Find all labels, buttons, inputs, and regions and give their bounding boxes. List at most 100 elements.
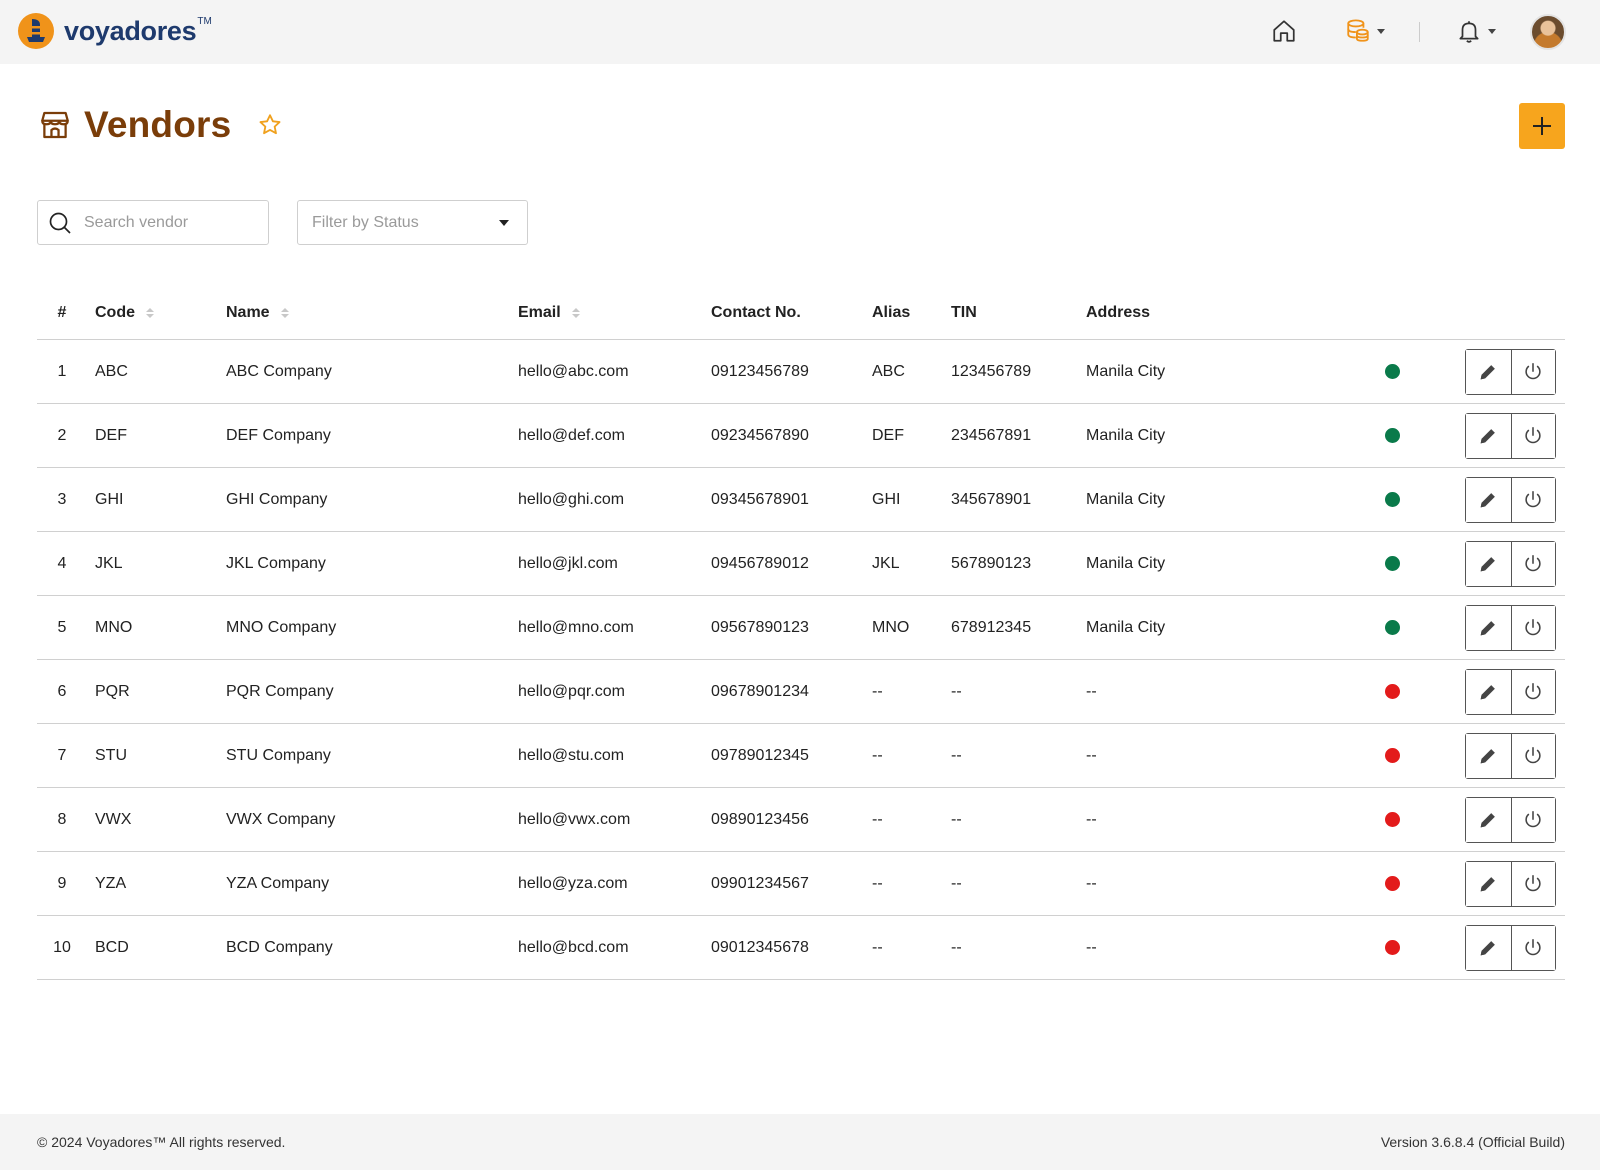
cell-address: Manila City <box>1086 426 1166 444</box>
cell-number: 10 <box>53 938 71 956</box>
cell-email: hello@yza.com <box>518 874 628 892</box>
page-title: Vendors <box>84 104 232 145</box>
cell-alias: MNO <box>872 618 910 636</box>
voyadores-logo-icon <box>18 13 54 49</box>
toggle-vendor-status-button[interactable] <box>1510 862 1555 906</box>
toggle-vendor-status-button[interactable] <box>1510 478 1555 522</box>
cell-number: 7 <box>57 746 67 764</box>
edit-vendor-button[interactable] <box>1466 670 1511 714</box>
status-indicator-inactive <box>1385 684 1400 699</box>
row-actions <box>1465 541 1556 587</box>
cell-code: VWX <box>95 810 132 828</box>
toggle-vendor-status-button[interactable] <box>1510 414 1555 458</box>
toggle-vendor-status-button[interactable] <box>1510 606 1555 650</box>
cell-tin: -- <box>951 810 962 828</box>
status-indicator-inactive <box>1385 876 1400 891</box>
cell-code: JKL <box>95 554 123 572</box>
table-row: 8 VWX VWX Company hello@vwx.com 09890123456 -… <box>37 788 1565 852</box>
cell-number: 5 <box>57 618 67 636</box>
favorite-star-icon[interactable] <box>257 112 283 138</box>
edit-vendor-button[interactable] <box>1466 350 1511 394</box>
cell-name: PQR Company <box>226 682 334 700</box>
database-coins-icon <box>1347 19 1369 42</box>
status-indicator-active <box>1385 364 1400 379</box>
toggle-vendor-status-button[interactable] <box>1510 926 1555 970</box>
toggle-vendor-status-button[interactable] <box>1510 798 1555 842</box>
pencil-icon <box>1480 941 1496 956</box>
page-footer: © 2024 Voyadores™ All rights reserved. V… <box>0 1114 1600 1170</box>
database-menu-button[interactable] <box>1345 18 1385 44</box>
cell-email: hello@stu.com <box>518 746 625 764</box>
column-header-email[interactable]: Email <box>518 285 580 340</box>
cell-contact: 09567890123 <box>711 618 809 636</box>
cell-alias: -- <box>872 874 883 892</box>
cell-contact: 09234567890 <box>711 426 809 444</box>
table-row: 3 GHI GHI Company hello@ghi.com 09345678901 G… <box>37 468 1565 532</box>
column-header-tin: TIN <box>951 303 977 321</box>
cell-address: Manila City <box>1086 554 1166 572</box>
column-header-address: Address <box>1086 303 1151 321</box>
edit-vendor-button[interactable] <box>1466 798 1511 842</box>
cell-contact: 09890123456 <box>711 810 809 828</box>
cell-contact: 09012345678 <box>711 938 809 956</box>
cell-contact: 09789012345 <box>711 746 809 764</box>
add-vendor-button[interactable] <box>1519 103 1565 149</box>
row-actions <box>1465 349 1556 395</box>
cell-address: -- <box>1086 874 1097 892</box>
cell-number: 6 <box>57 682 67 700</box>
edit-vendor-button[interactable] <box>1466 542 1511 586</box>
cell-tin: -- <box>951 938 962 956</box>
cell-number: 4 <box>57 554 67 572</box>
edit-vendor-button[interactable] <box>1466 478 1511 522</box>
cell-name: MNO Company <box>226 618 337 636</box>
notifications-button[interactable] <box>1456 18 1496 44</box>
edit-vendor-button[interactable] <box>1466 734 1511 778</box>
cell-number: 9 <box>57 874 67 892</box>
cell-address: Manila City <box>1086 618 1166 636</box>
home-button[interactable] <box>1271 18 1297 44</box>
cell-alias: GHI <box>872 490 901 508</box>
search-box <box>37 200 269 245</box>
cell-email: hello@mno.com <box>518 618 634 636</box>
status-filter-select[interactable]: Filter by Status <box>297 200 528 245</box>
row-actions <box>1465 861 1556 907</box>
pencil-icon <box>1480 493 1496 508</box>
edit-vendor-button[interactable] <box>1466 606 1511 650</box>
toggle-vendor-status-button[interactable] <box>1510 350 1555 394</box>
navbar-divider <box>1419 22 1420 42</box>
brand-link[interactable]: voyadores TM <box>18 13 212 49</box>
cell-email: hello@ghi.com <box>518 490 625 508</box>
table-body: 1 ABC ABC Company hello@abc.com 09123456789 A… <box>37 340 1565 980</box>
chevron-down-icon <box>1377 28 1385 34</box>
toggle-vendor-status-button[interactable] <box>1510 734 1555 778</box>
cell-name: STU Company <box>226 746 331 764</box>
column-header-contact: Contact No. <box>711 303 801 321</box>
power-icon <box>1525 810 1541 828</box>
column-header-code[interactable]: Code <box>95 285 154 340</box>
edit-vendor-button[interactable] <box>1466 862 1511 906</box>
status-indicator-inactive <box>1385 812 1400 827</box>
cell-email: hello@jkl.com <box>518 554 618 572</box>
user-avatar[interactable] <box>1530 14 1566 50</box>
table-header: # Code Name Email Contact No. Alias TIN … <box>37 285 1565 340</box>
column-header-name[interactable]: Name <box>226 285 289 340</box>
cell-tin: -- <box>951 682 962 700</box>
search-input[interactable] <box>84 213 254 232</box>
edit-vendor-button[interactable] <box>1466 926 1511 970</box>
toggle-vendor-status-button[interactable] <box>1510 542 1555 586</box>
status-indicator-inactive <box>1385 748 1400 763</box>
cell-name: ABC Company <box>226 362 332 380</box>
pencil-icon <box>1480 621 1496 636</box>
cell-address: Manila City <box>1086 490 1166 508</box>
table-row: 9 YZA YZA Company hello@yza.com 09901234567 -… <box>37 852 1565 916</box>
brand-name: voyadores <box>64 15 197 46</box>
cell-alias: JKL <box>872 554 900 572</box>
cell-address: Manila City <box>1086 362 1166 380</box>
cell-code: STU <box>95 746 127 764</box>
row-actions <box>1465 605 1556 651</box>
cell-contact: 09123456789 <box>711 362 809 380</box>
toggle-vendor-status-button[interactable] <box>1510 670 1555 714</box>
power-icon <box>1525 426 1541 444</box>
status-indicator-active <box>1385 492 1400 507</box>
edit-vendor-button[interactable] <box>1466 414 1511 458</box>
